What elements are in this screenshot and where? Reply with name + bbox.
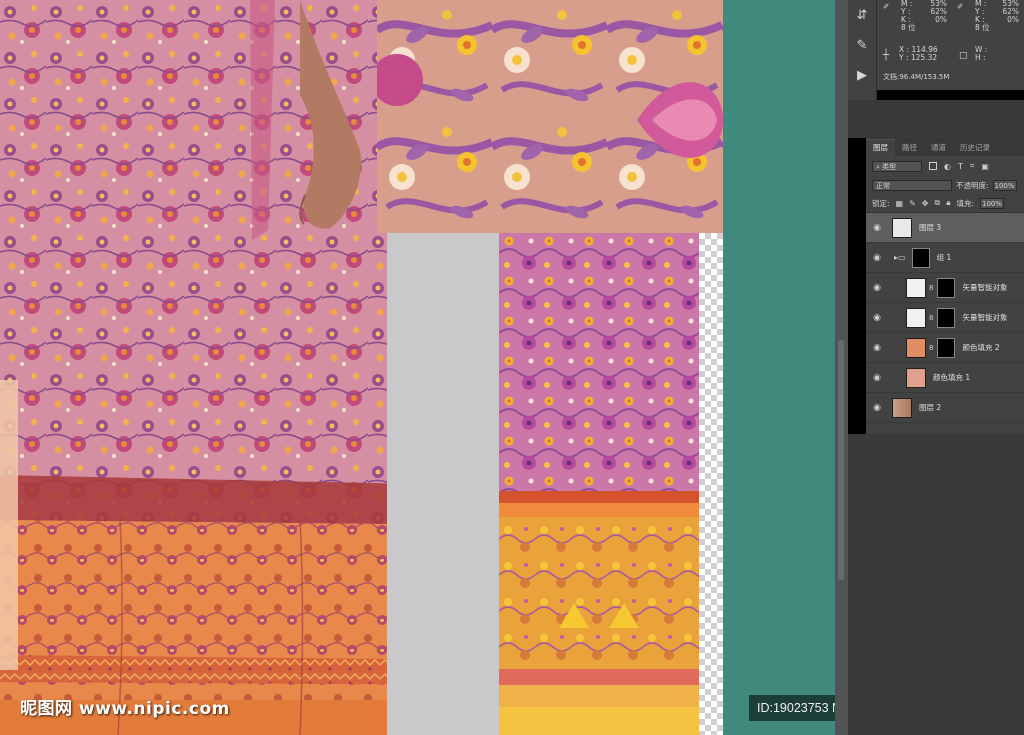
lock-icon[interactable]: 🔒︎	[946, 198, 950, 208]
size-readout: W : H :	[975, 46, 987, 62]
layer-mask	[911, 247, 930, 268]
layer-mask	[937, 307, 956, 328]
brush-lock-icon[interactable]: ✎	[909, 199, 916, 208]
eye-icon[interactable]: ◉	[870, 373, 884, 383]
layer-row[interactable]: ◉ 8 矢量智能对象	[866, 303, 1024, 333]
eye-icon[interactable]: ◉	[870, 343, 884, 353]
layer-name: 图层 2	[919, 403, 942, 412]
image-filter-icon[interactable]	[929, 162, 937, 170]
selection-box-icon: □	[959, 51, 968, 61]
tab-paths[interactable]: 路径	[895, 140, 924, 156]
layer-row[interactable]: ◉ 8 矢量智能对象	[866, 273, 1024, 303]
layer-name: 图层 3	[919, 223, 942, 232]
fill-input[interactable]: 100%	[980, 197, 1005, 209]
blend-mode-select[interactable]: 正常	[872, 179, 952, 191]
crosshair-icon: ┼	[883, 50, 890, 61]
layer-row[interactable]: ◉ 颜色填充 1	[866, 363, 1024, 393]
layer-name: 组 1	[936, 253, 952, 262]
panel-gap	[848, 100, 1024, 138]
scrollbar-thumb[interactable]	[838, 340, 844, 580]
document-canvas[interactable]: 昵图网 www.nipic.com ID:19023753 NO:2025042…	[0, 0, 848, 735]
tab-channels[interactable]: 通道	[924, 140, 953, 156]
lock-label: 锁定:	[872, 198, 890, 208]
photo-thumbnail	[892, 397, 912, 418]
y-label: Y :	[899, 53, 909, 62]
opacity-label: 不透明度:	[956, 180, 989, 190]
bits-label: 8 位	[901, 23, 916, 32]
opacity-input[interactable]: 100%	[992, 179, 1017, 191]
layers-panel: 图层 路径 通道 历史记录 ⌕ 类型 ◐ T ⌗ ▣ 正常 不透明度: 100%…	[866, 138, 1024, 434]
filter-label: 类型	[882, 162, 897, 171]
layer-name: 颜色填充 1	[933, 373, 971, 382]
layer-row[interactable]: ◉ 8 颜色填充 2	[866, 333, 1024, 363]
play-icon[interactable]: ▶	[848, 60, 876, 90]
layer-mask	[937, 337, 956, 358]
chain-icon[interactable]: 8	[929, 314, 933, 322]
backdrop	[387, 233, 499, 735]
info-panel: ✐ M : Y : K : 8 位 53% 62% 0% ✐ M : Y : K…	[877, 0, 1024, 90]
fill-label: 填充:	[956, 198, 975, 208]
eyedropper-icon: ✐	[883, 2, 890, 11]
fill-thumbnail	[906, 367, 926, 388]
eye-icon[interactable]: ◉	[870, 283, 884, 293]
bits-label: 8 位	[975, 23, 990, 32]
lock-pixels-icon[interactable]: ▦	[896, 199, 904, 208]
layer-mask	[937, 277, 956, 298]
h-label: H :	[975, 53, 986, 62]
image-id-watermark: ID:19023753 NO:20250420192256172108	[749, 695, 848, 721]
eye-icon[interactable]: ◉	[870, 253, 884, 263]
move-lock-icon[interactable]: ✥	[922, 199, 929, 208]
pattern-repeat-tile	[499, 233, 699, 735]
layer-name: 矢量智能对象	[962, 283, 1008, 292]
right-readout: M : Y : K : 8 位	[975, 0, 990, 32]
blend-row: 正常 不透明度: 100%	[866, 176, 1024, 194]
brush-icon[interactable]: ✎	[848, 30, 876, 60]
adjust-icon[interactable]: ⇵	[848, 0, 876, 30]
eye-icon[interactable]: ◉	[870, 223, 884, 233]
transparent-area	[699, 233, 723, 735]
chain-icon[interactable]: 8	[929, 284, 933, 292]
pattern-swatch-detail	[377, 0, 723, 233]
right-values: 53% 62% 0%	[999, 0, 1019, 24]
photoshop-window: 昵图网 www.nipic.com ID:19023753 NO:2025042…	[0, 0, 1024, 735]
type-filter-icon[interactable]: T	[958, 162, 963, 171]
eye-icon[interactable]: ◉	[870, 313, 884, 323]
fill-thumbnail	[906, 337, 926, 358]
layer-thumbnail	[892, 217, 912, 238]
smart-filter-icon[interactable]: ▣	[981, 162, 989, 171]
document-size: 文档:96.4M/153.5M	[883, 73, 950, 81]
layer-name: 颜色填充 2	[962, 343, 1000, 352]
k-value: 0%	[1007, 15, 1019, 24]
smart-object-thumbnail	[906, 277, 926, 298]
filter-row: ⌕ 类型 ◐ T ⌗ ▣	[866, 156, 1024, 176]
eye-icon[interactable]: ◉	[870, 403, 884, 413]
layer-row[interactable]: ◉ 图层 3	[866, 213, 1024, 243]
smart-object-thumbnail	[906, 307, 926, 328]
artboard-lock-icon[interactable]: ⧉	[935, 198, 941, 208]
eyedropper-icon: ✐	[957, 2, 964, 11]
shape-filter-icon[interactable]: ⌗	[970, 161, 975, 171]
layer-row[interactable]: ◉ ▸▭ 组 1	[866, 243, 1024, 273]
left-values: 53% 62% 0%	[927, 0, 947, 24]
folder-icon: ▸▭	[894, 253, 906, 262]
k-value: 0%	[935, 15, 947, 24]
y-value: 125.32	[910, 53, 938, 62]
chain-icon[interactable]: 8	[929, 344, 933, 352]
site-watermark: 昵图网 www.nipic.com	[20, 699, 230, 719]
adjustment-filter-icon[interactable]: ◐	[944, 162, 951, 171]
filter-type-select[interactable]: ⌕ 类型	[872, 160, 922, 172]
panel-toolbar: ⇵ ✎ ▶	[848, 0, 877, 100]
left-readout: M : Y : K : 8 位	[901, 0, 916, 32]
lock-row: 锁定: ▦ ✎ ✥ ⧉ 🔒︎ 填充: 100%	[866, 194, 1024, 213]
panel-tabs: 图层 路径 通道 历史记录	[866, 138, 1024, 156]
tab-history[interactable]: 历史记录	[953, 140, 997, 156]
position-readout: X : 114.96 Y : 125.32	[899, 46, 938, 62]
layer-name: 矢量智能对象	[962, 313, 1008, 322]
layer-row[interactable]: ◉ 图层 2	[866, 393, 1024, 423]
panel-empty-area	[848, 434, 1024, 735]
tab-layers[interactable]: 图层	[866, 139, 895, 156]
